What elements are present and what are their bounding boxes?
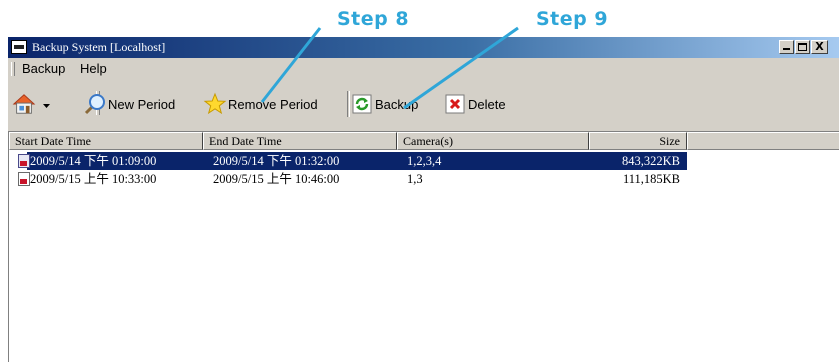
delete-x-icon: [443, 92, 467, 116]
title-bar[interactable]: Backup System [Localhost] X: [8, 37, 839, 58]
app-icon: [11, 40, 27, 54]
menu-help[interactable]: Help: [80, 61, 107, 76]
magnifier-icon: [83, 92, 107, 116]
new-period-label: New Period: [108, 96, 176, 112]
close-button[interactable]: X: [811, 40, 828, 54]
backup-list[interactable]: Start Date Time End Date Time Camera(s) …: [8, 131, 839, 362]
column-header-end[interactable]: End Date Time: [203, 132, 397, 150]
cell-size: 111,185KB: [622, 172, 680, 186]
table-row[interactable]: 2009/5/15 上午 10:33:00 2009/5/15 上午 10:46…: [9, 170, 687, 188]
table-row[interactable]: 2009/5/14 下午 01:09:00 2009/5/14 下午 01:32…: [9, 152, 687, 170]
toolbar: New Period Remove Period Backup Delete: [8, 85, 839, 125]
menu-bar: Backup Help: [8, 58, 839, 80]
dropdown-arrow-icon[interactable]: [43, 97, 50, 112]
home-icon: [12, 92, 36, 116]
cell-end: 2009/5/15 上午 10:46:00: [213, 172, 340, 186]
window-title: Backup System [Localhost]: [32, 40, 166, 54]
column-header-size[interactable]: Size: [589, 132, 687, 150]
cell-start: 2009/5/15 上午 10:33:00: [30, 172, 157, 186]
file-icon: [18, 172, 30, 186]
backup-label: Backup: [375, 96, 419, 112]
cell-end: 2009/5/14 下午 01:32:00: [213, 154, 340, 168]
list-header: Start Date Time End Date Time Camera(s) …: [9, 132, 839, 150]
delete-button[interactable]: Delete: [443, 92, 506, 116]
file-icon: [18, 154, 30, 168]
minimize-icon: [783, 48, 790, 50]
column-header-filler: [687, 132, 839, 150]
cell-size: 843,322KB: [622, 154, 680, 168]
maximize-button[interactable]: [795, 40, 810, 54]
new-period-button[interactable]: New Period: [83, 92, 175, 116]
step9-annotation: Step 9: [536, 8, 609, 30]
star-icon: [203, 92, 227, 116]
cell-cameras: 1,2,3,4: [407, 154, 442, 168]
backup-window: Backup System [Localhost] X Backup Help: [8, 37, 839, 362]
maximize-icon: [798, 43, 807, 51]
step8-annotation: Step 8: [337, 8, 410, 30]
home-button[interactable]: [12, 92, 50, 116]
backup-button[interactable]: Backup: [350, 92, 418, 116]
menu-backup[interactable]: Backup: [22, 61, 65, 76]
delete-label: Delete: [468, 96, 506, 112]
remove-period-label: Remove Period: [228, 96, 318, 112]
close-icon: X: [815, 40, 824, 53]
menu-grip: [11, 62, 15, 76]
cell-cameras: 1,3: [407, 172, 423, 186]
column-header-cameras[interactable]: Camera(s): [397, 132, 589, 150]
minimize-button[interactable]: [779, 40, 794, 54]
remove-period-button[interactable]: Remove Period: [203, 92, 318, 116]
cell-start: 2009/5/14 下午 01:09:00: [30, 154, 157, 168]
column-header-start[interactable]: Start Date Time: [9, 132, 203, 150]
refresh-icon: [350, 92, 374, 116]
